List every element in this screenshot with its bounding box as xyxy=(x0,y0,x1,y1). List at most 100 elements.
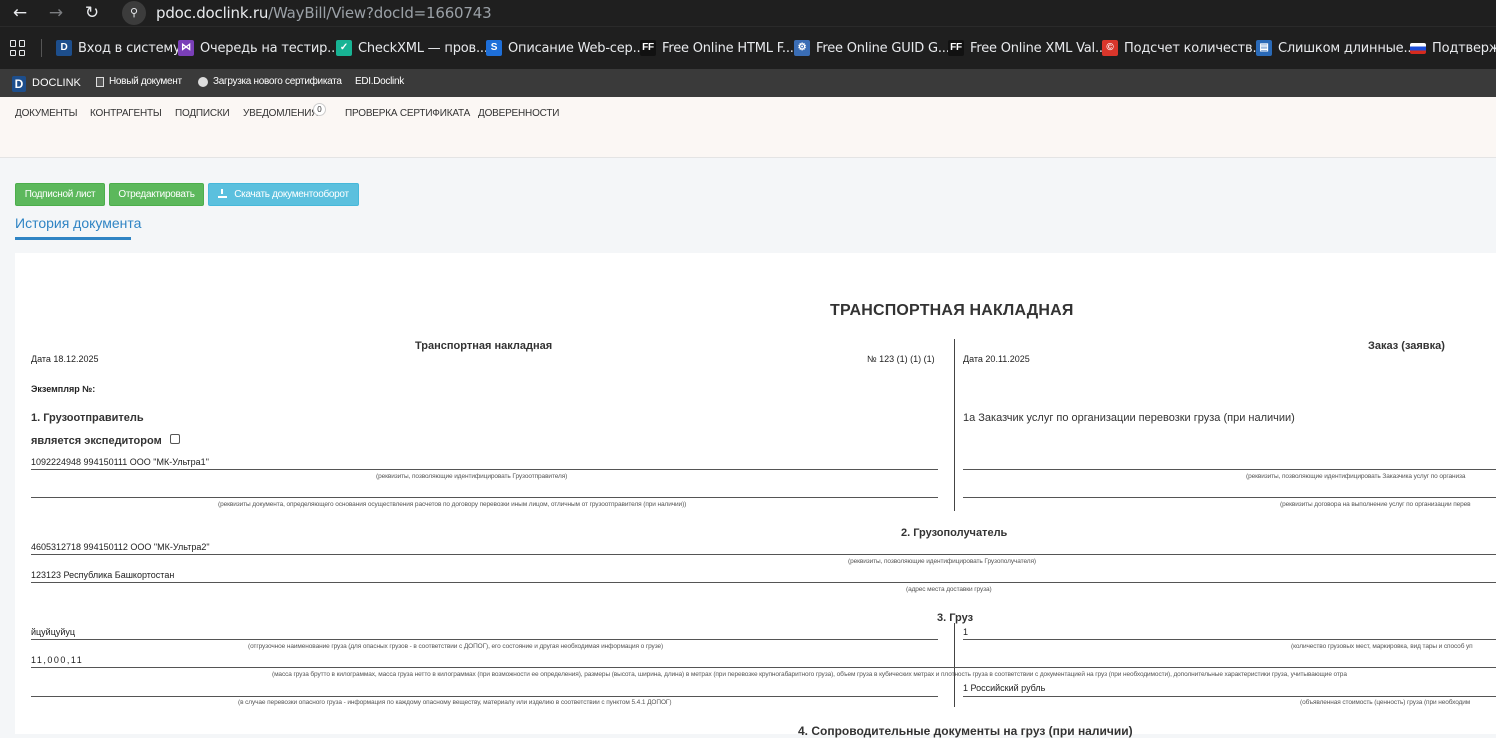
declared-value: 1 Российский рубль xyxy=(963,683,1046,693)
site-info-icon[interactable]: ⚲ xyxy=(122,1,146,25)
customer-caption: (реквизиты, позволяющие идентифицировать… xyxy=(1246,473,1466,480)
page-icon: ▤ xyxy=(1256,40,1272,56)
order-date: Дата 20.11.2025 xyxy=(963,354,1030,364)
bookmark-label: Free Online GUID G... xyxy=(816,40,950,56)
order-header: Заказ (заявка) xyxy=(1368,340,1445,352)
bookmark-4[interactable]: S Описание Web-сер... xyxy=(486,40,645,56)
cargo-weight-value: 11,000,11 xyxy=(31,655,84,665)
forwarder-checkbox[interactable] xyxy=(170,434,180,444)
new-document-label: Новый документ xyxy=(109,76,182,87)
edit-button[interactable]: Отредактировать xyxy=(109,183,204,206)
cargo-weight-caption: (масса груза брутто в килограммах, масса… xyxy=(272,671,1347,678)
download-icon xyxy=(218,189,228,198)
upload-certificate-label: Загрузка нового сертификата xyxy=(213,76,342,87)
checkxml-icon: ✓ xyxy=(336,40,352,56)
bookmark-5[interactable]: FF Free Online HTML F... xyxy=(640,40,794,56)
cargo-name-line xyxy=(31,639,938,640)
waybill-date: Дата 18.12.2025 xyxy=(31,354,99,364)
column-divider xyxy=(954,339,955,511)
copyright-icon: © xyxy=(1102,40,1118,56)
reload-icon[interactable]: ↻ xyxy=(82,3,102,23)
address-bar[interactable]: pdoc.doclink.ru/WayBill/View?docId=16607… xyxy=(156,4,492,22)
app-logo-text[interactable]: DOCLINK xyxy=(32,77,81,89)
bookmark-label: Free Online HTML F... xyxy=(662,40,794,56)
bookmark-3[interactable]: ✓ CheckXML — пров... xyxy=(336,40,488,56)
edi-doclink-label: EDI.Doclink xyxy=(355,76,404,87)
consignee-value: 4605312718 994150112 ООО "МК-Ультра2" xyxy=(31,542,210,552)
settlement-doc-line xyxy=(31,497,938,498)
consignee-line xyxy=(31,554,1496,555)
bookmark-label: Подсчет количеств... xyxy=(1124,40,1265,56)
bookmark-label: Очередь на тестир... xyxy=(200,40,339,56)
download-workflow-button[interactable]: Скачать документооборот xyxy=(208,183,359,206)
url-host: pdoc.doclink.ru xyxy=(156,4,269,22)
bookmark-7[interactable]: FF Free Online XML Val... xyxy=(948,40,1107,56)
edi-doclink-link[interactable]: EDI.Doclink xyxy=(355,76,404,87)
menu-certificate-check[interactable]: ПРОВЕРКА СЕРТИФИКАТА xyxy=(345,108,470,119)
consignee-caption: (реквизиты, позволяющие идентифицировать… xyxy=(848,558,1036,565)
cargo-name-caption: (отгрузочное наименование груза (для опа… xyxy=(248,643,664,650)
menu-powers-of-attorney[interactable]: ДОВЕРЕННОСТИ xyxy=(478,108,559,119)
waybill-number: № 123 (1) (1) (1) xyxy=(867,354,935,364)
active-tab-indicator xyxy=(15,237,131,240)
bookmark-6[interactable]: ⚙ Free Online GUID G... xyxy=(794,40,950,56)
bookmark-10[interactable]: Подтвержд xyxy=(1410,40,1496,56)
russia-flag-icon xyxy=(1410,42,1426,54)
bookmark-label: Описание Web-сер... xyxy=(508,40,645,56)
bookmark-label: Подтвержд xyxy=(1432,40,1496,56)
document-icon xyxy=(96,76,104,87)
bookmark-label: Слишком длинные... xyxy=(1278,40,1416,56)
cargo-weight-line xyxy=(31,667,1496,668)
declared-value-line xyxy=(963,696,1496,697)
apps-grid-icon[interactable] xyxy=(10,40,26,56)
bookmark-label: Вход в систему xyxy=(78,40,181,56)
tab-document-history[interactable]: История документа xyxy=(15,215,141,231)
cargo-places-value: 1 xyxy=(963,627,969,637)
bookmark-label: CheckXML — пров... xyxy=(358,40,488,56)
cargo-places-caption: (количество грузовых мест, маркировка, в… xyxy=(1291,643,1473,650)
documents-section-title: 4. Сопроводительные документы на груз (п… xyxy=(798,724,1133,738)
shipper-value: 1092224948 994150111 ООО "МК-Ультра1" xyxy=(31,457,209,467)
consignee-section-title: 2. Грузополучатель xyxy=(901,527,1008,539)
menu-documents[interactable]: ДОКУМЕНТЫ xyxy=(15,108,77,119)
document-panel xyxy=(15,253,1496,734)
menu-subscriptions[interactable]: ПОДПИСКИ xyxy=(175,108,230,119)
shipper-caption: (реквизиты, позволяющие идентифицировать… xyxy=(376,473,568,480)
menu-counterparties[interactable]: КОНТРАГЕНТЫ xyxy=(90,108,162,119)
cargo-places-line xyxy=(963,639,1496,640)
document-title: ТРАНСПОРТНАЯ НАКЛАДНАЯ xyxy=(830,302,1074,319)
bookmark-9[interactable]: ▤ Слишком длинные... xyxy=(1256,40,1415,56)
notifications-count-badge: 0 xyxy=(313,103,326,116)
upload-certificate-link[interactable]: Загрузка нового сертификата xyxy=(198,76,342,87)
url-path: /WayBill/View?docId=1660743 xyxy=(268,4,492,22)
customer-line xyxy=(963,469,1496,470)
freeformatter-icon: FF xyxy=(948,40,964,56)
back-arrow-icon[interactable]: ← xyxy=(10,3,30,23)
bookmark-8[interactable]: © Подсчет количеств... xyxy=(1102,40,1264,56)
bookmark-2[interactable]: ⋈ Очередь на тестир... xyxy=(178,40,339,56)
cargo-name-value: йцуйцуйуц xyxy=(31,627,76,637)
bookmark-1[interactable]: D Вход в систему xyxy=(56,40,181,56)
declared-value-caption: (объявленная стоимость (ценность) груза … xyxy=(1300,699,1471,706)
doclink-logo-icon[interactable]: D xyxy=(12,76,26,92)
delivery-address-line xyxy=(31,582,1496,583)
forward-arrow-icon[interactable]: → xyxy=(46,3,66,23)
shipper-section-title: 1. Грузоотправитель xyxy=(31,412,144,424)
delivery-address-value: 123123 Республика Башкортостан xyxy=(31,570,175,580)
cargo-section-title: 3. Груз xyxy=(937,612,974,624)
customer-section-title: 1а Заказчик услуг по организации перевоз… xyxy=(963,412,1295,424)
web-service-icon: S xyxy=(486,40,502,56)
menu-notifications[interactable]: УВЕДОМЛЕНИЯ xyxy=(243,108,318,119)
settlement-doc-caption: (реквизиты документа, определяющего осно… xyxy=(218,501,687,508)
new-document-link[interactable]: Новый документ xyxy=(96,76,182,87)
column-divider-cargo xyxy=(954,623,955,707)
certificate-icon xyxy=(198,76,208,87)
gears-icon: ⚙ xyxy=(794,40,810,56)
dangerous-cargo-caption: (в случае перевозки опасного груза - инф… xyxy=(238,699,672,706)
signature-sheet-button[interactable]: Подписной лист xyxy=(15,183,105,206)
freeformatter-icon: FF xyxy=(640,40,656,56)
customer-contract-line xyxy=(963,497,1496,498)
forwarder-label: является экспедитором xyxy=(31,435,162,447)
bookmarks-divider xyxy=(41,39,42,57)
main-menu xyxy=(0,97,1496,158)
